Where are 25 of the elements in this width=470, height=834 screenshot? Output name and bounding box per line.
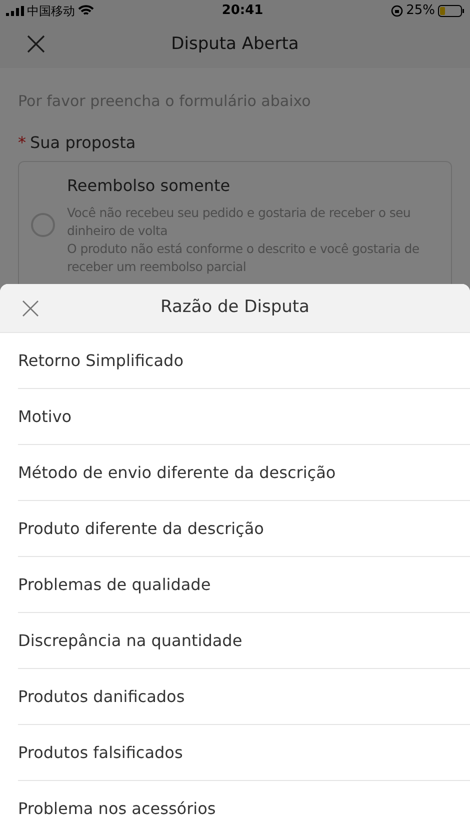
battery-percent: 25% bbox=[406, 2, 435, 20]
field-label: Sua proposta bbox=[30, 132, 136, 154]
wifi-icon bbox=[78, 5, 94, 17]
reason-option[interactable]: Problema nos acessórios bbox=[18, 781, 470, 834]
reason-option[interactable]: Discrepância na quantidade bbox=[18, 613, 470, 669]
reason-option[interactable]: Produtos falsificados bbox=[18, 725, 470, 781]
radio-button[interactable] bbox=[31, 212, 55, 236]
reason-option[interactable]: Problemas de qualidade bbox=[18, 557, 470, 613]
screen-title: Disputa Aberta bbox=[171, 33, 299, 56]
signal-icon bbox=[6, 6, 24, 16]
option-title: Reembolso somente bbox=[67, 174, 232, 196]
required-mark: * bbox=[18, 132, 26, 154]
reason-option[interactable]: Produto diferente da descrição bbox=[18, 501, 470, 557]
carrier-name: 中国移动 bbox=[27, 3, 75, 20]
reason-option[interactable]: Método de envio diferente da descrição bbox=[18, 445, 470, 501]
reason-option[interactable]: Produtos danificados bbox=[18, 669, 470, 725]
battery-icon bbox=[438, 5, 464, 17]
close-button[interactable] bbox=[26, 34, 46, 54]
clock-time: 20:41 bbox=[222, 2, 264, 20]
close-button[interactable] bbox=[22, 300, 39, 317]
rotation-lock-icon bbox=[391, 5, 404, 17]
close-icon bbox=[22, 300, 39, 317]
reason-option[interactable]: Retorno Simplificado bbox=[18, 333, 470, 389]
close-icon bbox=[26, 34, 46, 54]
reason-option[interactable]: Motivo bbox=[18, 389, 470, 445]
